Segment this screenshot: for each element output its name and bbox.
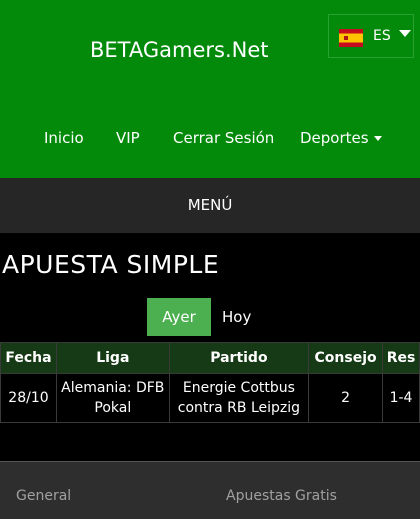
language-code: ES [373,28,391,44]
table-header-row: Fecha Liga Partido Consejo Res [0,342,420,374]
caret-down-icon [373,136,382,141]
page-title: APUESTA SIMPLE [2,250,220,279]
nav-deportes-label: Deportes [300,129,369,147]
nav-vip[interactable]: VIP [116,129,140,147]
tab-hoy[interactable]: Hoy [222,298,251,336]
nav-deportes[interactable]: Deportes [300,129,382,147]
site-footer: General Apuestas Gratis [0,461,420,519]
nav-inicio[interactable]: Inicio [44,129,84,147]
cell-date: 28/10 [0,373,57,423]
language-selector[interactable]: ES [328,14,414,58]
nav-cerrar-sesion[interactable]: Cerrar Sesión [173,129,274,147]
column-header-fecha: Fecha [0,342,57,374]
column-header-consejo: Consejo [308,342,384,374]
cell-result: 1-4 [382,373,420,423]
tab-ayer[interactable]: Ayer [147,298,211,336]
menu-toggle[interactable]: MENÚ [0,178,420,233]
footer-link-general[interactable]: General [16,488,71,504]
table-row: 28/10 Alemania: DFB Pokal Energie Cottbu… [0,373,420,423]
cell-tip: 2 [308,373,384,423]
footer-link-apuestas-gratis[interactable]: Apuestas Gratis [226,488,337,504]
site-header: BETAGamers.Net ES Inicio VIP Cerrar Sesi… [0,0,420,178]
chevron-down-icon [399,30,411,37]
tips-table: Fecha Liga Partido Consejo Res 28/10 Ale… [0,342,420,423]
column-header-res: Res [382,342,420,374]
column-header-liga: Liga [55,342,170,374]
cell-match: Energie Cottbus contra RB Leipzig [168,373,310,423]
site-brand[interactable]: BETAGamers.Net [90,38,269,62]
cell-league: Alemania: DFB Pokal [55,373,170,423]
spain-flag-icon [339,29,363,47]
column-header-partido: Partido [168,342,310,374]
